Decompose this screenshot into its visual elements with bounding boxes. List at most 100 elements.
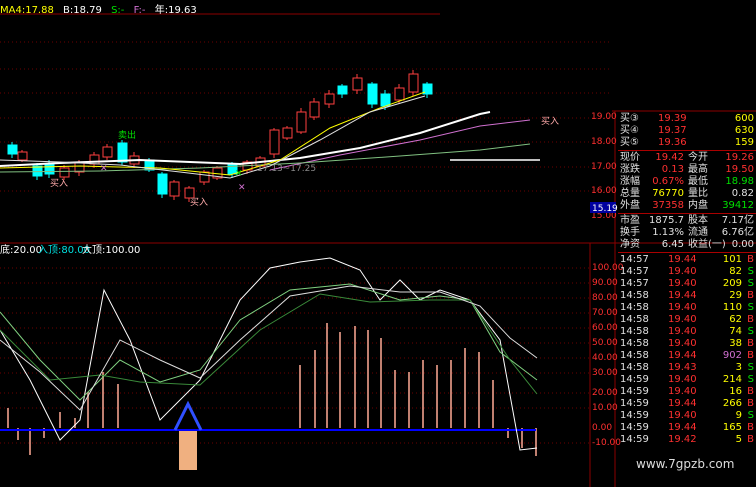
quote-cell: 6.45 bbox=[661, 239, 684, 250]
quote-cell: 214 bbox=[722, 374, 742, 385]
quote-cell: 19.40 bbox=[668, 314, 697, 325]
tick-row[interactable]: 14:58 19.44 902 B bbox=[618, 350, 756, 362]
stat-row[interactable]: 外盘 37358 内盘 39412 bbox=[618, 200, 756, 212]
quote-cell: 159 bbox=[734, 137, 754, 148]
indicator-low: 底:20.00 bbox=[0, 243, 42, 256]
bid-row[interactable]: 买③ 19.39 600 bbox=[618, 113, 756, 125]
oscillator-line bbox=[0, 293, 538, 395]
bid-row[interactable]: 买⑤ 19.36 159 bbox=[618, 137, 756, 149]
quote-cell: 内盘 bbox=[688, 200, 708, 211]
quote-cell: 39412 bbox=[722, 200, 754, 211]
quote-cell: 266 bbox=[722, 398, 742, 409]
separator bbox=[618, 213, 756, 214]
quote-cell: 14:58 bbox=[620, 290, 649, 301]
candle-body bbox=[169, 181, 180, 197]
watermark: www.7gpzb.com bbox=[636, 457, 735, 471]
quote-cell: 股本 bbox=[688, 215, 708, 226]
stat-row[interactable]: 涨幅 0.67% 最低 18.98 bbox=[618, 176, 756, 188]
quote-cell: 16 bbox=[729, 386, 742, 397]
tick-row[interactable]: 14:59 19.40 214 S bbox=[618, 374, 756, 386]
tick-row[interactable]: 14:59 19.44 266 B bbox=[618, 398, 756, 410]
quote-cell: S bbox=[747, 362, 754, 373]
quote-cell: 165 bbox=[722, 422, 742, 433]
tick-row[interactable]: 14:57 19.40 82 S bbox=[618, 266, 756, 278]
fund-row[interactable]: 换手 1.13% 流通 6.76亿 bbox=[618, 227, 756, 239]
tick-row[interactable]: 14:58 19.40 74 S bbox=[618, 326, 756, 338]
fund-row[interactable]: 市盈 1875.7 股本 7.17亿 bbox=[618, 215, 756, 227]
tick-row[interactable]: 14:59 19.42 5 B bbox=[618, 434, 756, 446]
quote-cell: 收益(一) bbox=[688, 239, 726, 250]
tick-row[interactable]: 14:59 19.44 165 B bbox=[618, 422, 756, 434]
quote-cell: 19.44 bbox=[668, 254, 697, 265]
b-label: B:18.79 bbox=[63, 5, 102, 16]
quote-cell: 换手 bbox=[620, 227, 640, 238]
quote-panel: 买③ 19.39 600 买④ 19.37 630 买⑤ 19.36 159 现价 19.42 今开 1… bbox=[618, 111, 756, 487]
tick-row[interactable]: 14:58 19.43 3 S bbox=[618, 362, 756, 374]
candle-body bbox=[17, 151, 28, 161]
quote-cell: 76770 bbox=[652, 188, 684, 199]
sell-label-1: 卖出 bbox=[118, 129, 136, 141]
quote-cell: 19.40 bbox=[668, 326, 697, 337]
stat-row[interactable]: 涨跌 0.13 最高 19.50 bbox=[618, 164, 756, 176]
oscillator-line bbox=[0, 285, 538, 411]
s-label: S:- bbox=[111, 5, 125, 16]
candle-body bbox=[269, 129, 280, 155]
tick-row[interactable]: 14:58 19.40 38 B bbox=[618, 338, 756, 350]
tick-row[interactable]: 14:58 19.44 29 B bbox=[618, 290, 756, 302]
tick-row[interactable]: 14:58 19.40 110 S bbox=[618, 302, 756, 314]
stat-row[interactable]: 现价 19.42 今开 19.26 bbox=[618, 152, 756, 164]
quote-cell: 市盈 bbox=[620, 215, 640, 226]
tick-row[interactable]: 14:57 19.44 101 B bbox=[618, 254, 756, 266]
quote-cell: 14:58 bbox=[620, 314, 649, 325]
year-label: 年:19.63 bbox=[154, 5, 197, 16]
quote-cell: 14:59 bbox=[620, 398, 649, 409]
tick-row[interactable]: 14:59 19.40 16 B bbox=[618, 386, 756, 398]
quote-cell: 买④ bbox=[620, 125, 639, 136]
candle-body bbox=[367, 83, 378, 105]
tick-row[interactable]: 14:58 19.40 62 B bbox=[618, 314, 756, 326]
quote-cell: S bbox=[747, 326, 754, 337]
quote-cell: 19.44 bbox=[668, 290, 697, 301]
stat-row[interactable]: 总量 76770 量比 0.82 bbox=[618, 188, 756, 200]
fund-row[interactable]: 净资 6.45 收益(一) 0.00 bbox=[618, 239, 756, 251]
quote-cell: 14:59 bbox=[620, 374, 649, 385]
indicator-axis-label: 50.00 bbox=[592, 338, 618, 348]
quote-cell: 19.40 bbox=[668, 338, 697, 349]
quote-cell: 38 bbox=[729, 338, 742, 349]
tick-row[interactable]: 14:59 19.40 9 S bbox=[618, 410, 756, 422]
indicator-axis-label: -10.00 bbox=[592, 438, 621, 448]
quote-cell: 630 bbox=[734, 125, 754, 136]
candle-body bbox=[296, 111, 307, 133]
quote-cell: 14:59 bbox=[620, 410, 649, 421]
quote-cell: 902 bbox=[722, 350, 742, 361]
quote-cell: 0.13 bbox=[661, 164, 684, 175]
quote-cell: 19.44 bbox=[668, 350, 697, 361]
indicator-big: 大顶:100.00 bbox=[82, 243, 140, 256]
price-axis-label: 18.00 bbox=[591, 137, 617, 147]
quote-cell: 6.76亿 bbox=[721, 227, 754, 238]
bid-row[interactable]: 买④ 19.37 630 bbox=[618, 125, 756, 137]
quote-cell: 19.39 bbox=[658, 113, 687, 124]
buy-label-1: 买入 bbox=[50, 178, 68, 189]
ma-line bbox=[0, 111, 491, 167]
tick-row[interactable]: 14:57 19.40 209 S bbox=[618, 278, 756, 290]
quote-cell: 最高 bbox=[688, 164, 708, 175]
candle-body bbox=[408, 73, 419, 93]
indicator-axis-label: 20.00 bbox=[592, 388, 618, 398]
candle-body bbox=[394, 87, 405, 101]
ma4-label: MA4:17.88 bbox=[0, 5, 54, 16]
indicator-axis-label: 80.00 bbox=[592, 293, 618, 303]
candle-body bbox=[7, 144, 18, 155]
quote-cell: S bbox=[747, 302, 754, 313]
quote-cell: 14:57 bbox=[620, 278, 649, 289]
green-x-marker: ✕ bbox=[235, 169, 243, 179]
quote-cell: B bbox=[747, 386, 754, 397]
candle-body bbox=[157, 173, 168, 195]
quote-cell: 量比 bbox=[688, 188, 708, 199]
quote-cell: B bbox=[747, 254, 754, 265]
quote-cell: 0.00 bbox=[731, 239, 754, 250]
price-axis-label: 16.00 bbox=[591, 186, 617, 196]
quote-cell: 19.50 bbox=[725, 164, 754, 175]
candle-body bbox=[352, 77, 363, 91]
buy-label-2: 买入 bbox=[190, 197, 208, 208]
